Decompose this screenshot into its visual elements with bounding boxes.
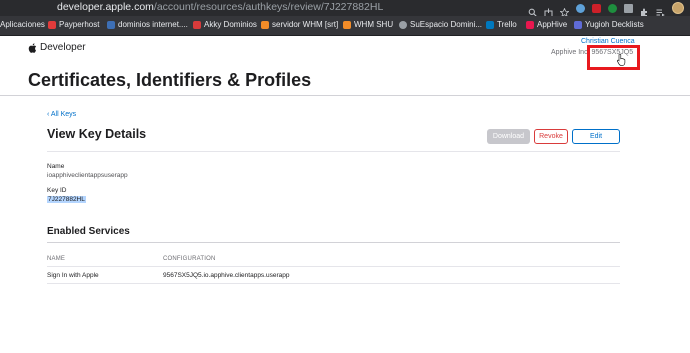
name-label: Name xyxy=(47,163,65,170)
enabled-services-title: Enabled Services xyxy=(47,226,130,237)
team-name: Apphive Inc. xyxy=(551,49,590,56)
column-header-name: NAME xyxy=(47,256,66,262)
bookmark-favicon-icon xyxy=(193,20,201,29)
bookmark-favicon-icon xyxy=(343,20,351,29)
page-content: Developer Christian Cuenca Apphive Inc. … xyxy=(0,36,690,353)
bookmark-favicon-icon xyxy=(486,20,494,29)
bookmark-favicon-icon xyxy=(526,20,534,29)
bookmark-label: Aplicaciones xyxy=(0,20,45,29)
all-keys-link[interactable]: ‹ All Keys xyxy=(47,111,76,118)
url-path: /account/resources/authkeys/review/7J227… xyxy=(153,1,384,13)
bookmark-item[interactable]: Akky Dominios xyxy=(193,20,257,29)
bookmark-label: WHM SHU xyxy=(354,20,394,29)
browser-toolbar-icons xyxy=(528,2,684,17)
url-field[interactable]: developer.apple.com/account/resources/au… xyxy=(57,1,383,13)
bookmark-favicon-icon xyxy=(261,20,269,29)
edit-button[interactable]: Edit xyxy=(572,129,620,144)
extension-flag-icon[interactable] xyxy=(624,3,633,13)
bookmark-item[interactable]: WHM SHU xyxy=(343,20,393,29)
bookmark-label: Akky Dominios xyxy=(204,20,257,29)
bookmark-label: servidor WHM [srt] xyxy=(272,20,339,29)
bookmark-label: Trello xyxy=(497,20,517,29)
bookmark-label: SuEspacio Domini... xyxy=(410,20,483,29)
bookmark-item[interactable]: Yugioh Decklists xyxy=(574,20,644,29)
divider xyxy=(47,283,620,284)
bookmark-item[interactable]: Payperhost xyxy=(48,20,99,29)
divider xyxy=(47,242,620,243)
brand-label: Developer xyxy=(40,42,86,53)
revoke-button[interactable]: Revoke xyxy=(534,129,568,144)
bookmark-star-icon[interactable] xyxy=(559,4,570,17)
search-icon[interactable] xyxy=(528,4,537,17)
extensions-puzzle-icon[interactable] xyxy=(640,4,649,16)
bookmark-label: Payperhost xyxy=(59,20,100,29)
bookmark-item[interactable]: dominios internet.... xyxy=(107,20,188,29)
service-configuration: 9567SX5JQ5.io.apphive.clientapps.userapp xyxy=(163,272,290,279)
bookmark-label: dominios internet.... xyxy=(118,20,188,29)
share-icon[interactable] xyxy=(544,4,553,17)
download-button[interactable]: Download xyxy=(487,129,530,144)
bookmark-item[interactable]: SuEspacio Domini... xyxy=(399,20,482,29)
key-id-selection: 7J227882HL xyxy=(47,196,86,203)
bookmark-favicon-icon xyxy=(107,20,115,29)
page-title: Certificates, Identifiers & Profiles xyxy=(28,70,312,90)
key-id-label: Key ID xyxy=(47,187,67,194)
playlist-icon[interactable] xyxy=(656,4,665,16)
extension-vpn-icon[interactable] xyxy=(576,3,585,13)
account-user-name[interactable]: Christian Cuenca xyxy=(581,38,635,45)
divider xyxy=(47,151,620,152)
bookmark-label: Yugioh Decklists xyxy=(585,20,644,29)
bookmark-item[interactable]: servidor WHM [srt] xyxy=(261,20,338,29)
bookmark-item[interactable]: AppHive xyxy=(526,20,567,29)
column-header-configuration: CONFIGURATION xyxy=(163,256,216,262)
bookmark-favicon-icon xyxy=(399,20,407,29)
developer-logo[interactable]: Developer xyxy=(28,42,86,53)
bookmark-favicon-icon xyxy=(48,20,56,29)
bookmark-label: AppHive xyxy=(537,20,568,29)
annotation-highlight-box xyxy=(587,45,640,70)
browser-address-bar: developer.apple.com/account/resources/au… xyxy=(0,0,690,17)
extension-green-icon[interactable] xyxy=(608,3,617,13)
bookmark-item[interactable]: Trello xyxy=(486,20,517,29)
key-id-value[interactable]: 7J227882HL xyxy=(47,196,86,203)
section-title: View Key Details xyxy=(47,127,147,141)
bookmark-item[interactable]: Aplicaciones xyxy=(0,20,45,29)
url-host: developer.apple.com xyxy=(57,1,154,13)
bookmarks-bar: Aplicaciones Payperhost dominios interne… xyxy=(0,16,690,36)
divider xyxy=(0,95,690,96)
apple-icon xyxy=(28,42,37,53)
pointer-hand-icon xyxy=(617,54,626,66)
divider xyxy=(47,266,620,267)
service-name: Sign In with Apple xyxy=(47,272,99,279)
extension-lastpass-icon[interactable] xyxy=(592,3,601,13)
bookmark-favicon-icon xyxy=(574,20,582,29)
profile-avatar[interactable] xyxy=(672,2,684,14)
name-value: ioapphiveclientappsuserapp xyxy=(47,172,128,179)
